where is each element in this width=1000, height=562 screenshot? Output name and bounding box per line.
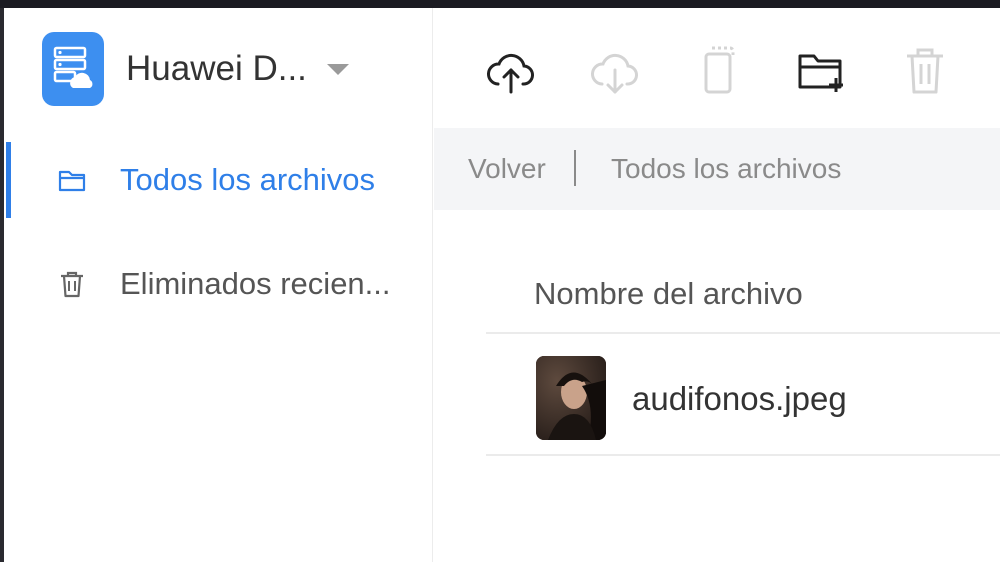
delete-button[interactable] (896, 42, 954, 100)
toolbar (434, 8, 1000, 128)
breadcrumb: Volver Todos los archivos (434, 128, 1000, 210)
file-row[interactable]: audifonos.jpeg (486, 344, 1000, 454)
sidebar-item-recently-deleted[interactable]: Eliminados recien... (4, 246, 433, 322)
move-to-device-icon (704, 46, 735, 94)
delete-icon (907, 48, 943, 94)
cloud-download-icon (591, 53, 638, 94)
trash-icon (61, 271, 83, 298)
main-content: Volver Todos los archivos Nombre del arc… (434, 8, 1000, 562)
header-divider (486, 332, 1000, 334)
window-top-edge (0, 0, 1000, 8)
caret-down-icon[interactable] (326, 63, 349, 75)
sidebar-item-all-files[interactable]: Todos los archivos (4, 142, 433, 218)
new-folder-button[interactable] (792, 42, 850, 100)
column-header-name[interactable]: Nombre del archivo (534, 276, 803, 312)
sidebar: Huawei D... Todos los archivos Eliminado… (4, 8, 433, 562)
app-switcher[interactable]: Huawei D... (42, 32, 349, 106)
cloud-upload-icon (487, 53, 534, 94)
move-button[interactable] (689, 42, 747, 100)
new-folder-icon (798, 54, 843, 92)
row-divider (486, 454, 1000, 456)
breadcrumb-separator (574, 150, 576, 186)
download-button[interactable] (586, 42, 644, 100)
folder-icon (58, 170, 86, 192)
app-title: Huawei D... (126, 49, 307, 88)
cloud-drive-icon (42, 32, 104, 106)
sidebar-item-label: Todos los archivos (120, 162, 376, 197)
sidebar-item-label: Eliminados recien... (120, 266, 391, 301)
file-name: audifonos.jpeg (632, 380, 847, 417)
upload-button[interactable] (482, 42, 540, 100)
breadcrumb-current: Todos los archivos (611, 153, 842, 184)
photo-thumbnail (536, 356, 606, 440)
back-link[interactable]: Volver (468, 153, 546, 185)
